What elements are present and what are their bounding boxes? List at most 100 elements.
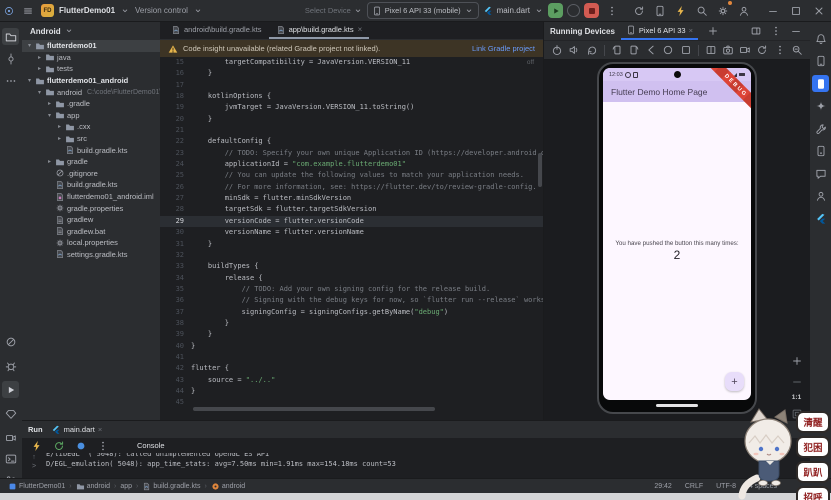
status-widget[interactable]: UTF-8	[716, 483, 736, 490]
code-editor[interactable]: off 15 targetCompatibility = JavaVersion…	[160, 57, 543, 414]
zoom-ratio-button[interactable]: 1:1	[792, 394, 801, 401]
select-device-dropdown[interactable]: Select Device	[305, 6, 363, 16]
tree-item[interactable]: ▸tests	[22, 63, 160, 75]
run-configuration[interactable]: main.dart	[497, 6, 530, 15]
gear-icon[interactable]	[714, 2, 731, 19]
more-v-icon[interactable]	[772, 42, 788, 59]
profiler-tool-icon[interactable]	[812, 188, 829, 205]
tree-item[interactable]: ▾app	[22, 110, 160, 122]
scroll-up-icon[interactable]: ↑	[32, 453, 36, 462]
tree-chevron-icon[interactable]: ▸	[36, 54, 43, 61]
tree-item[interactable]: gradle.properties	[22, 202, 160, 214]
more-actions-icon[interactable]	[603, 2, 620, 19]
back-icon[interactable]	[643, 42, 659, 59]
zoom-in-button[interactable]	[788, 352, 805, 369]
run-tab[interactable]: main.dart ×	[51, 425, 103, 435]
tree-chevron-icon[interactable]: ▾	[46, 112, 53, 119]
tree-item[interactable]: ▸java	[22, 52, 160, 64]
emulator-tool-icon[interactable]	[812, 143, 829, 160]
editor-vertical-scrollbar[interactable]	[538, 153, 542, 187]
tree-chevron-icon[interactable]: ▸	[56, 123, 63, 130]
status-widget[interactable]: CRLF	[685, 483, 703, 490]
new-device-tab-button[interactable]	[704, 23, 721, 40]
tree-chevron-icon[interactable]: ▸	[36, 65, 43, 72]
zoom-mode-icon[interactable]	[789, 42, 805, 59]
snapshot-icon[interactable]	[754, 42, 770, 59]
run-button[interactable]	[548, 3, 563, 18]
zoom-out-button[interactable]	[788, 373, 805, 390]
dart-icon[interactable]	[72, 437, 89, 454]
flutter-tool-icon[interactable]	[812, 210, 829, 227]
gemini-tool-icon[interactable]	[812, 98, 829, 115]
restart-icon[interactable]	[50, 437, 67, 454]
camera-icon[interactable]	[720, 42, 736, 59]
more-options-icon[interactable]	[767, 23, 784, 40]
mute-tool-icon[interactable]	[2, 333, 19, 350]
close-tab-icon[interactable]: ×	[98, 425, 102, 434]
build-tool-icon[interactable]	[812, 120, 829, 137]
device-tool-icon[interactable]	[812, 53, 829, 70]
tree-item[interactable]: settings.gradle.kts	[22, 249, 160, 261]
tree-item[interactable]: build.gradle.kts	[22, 179, 160, 191]
breadcrumb-item[interactable]: android	[211, 482, 245, 491]
console-output[interactable]: ↑ > E/libEGL ( 5048): called unimplement…	[22, 453, 810, 479]
video-icon[interactable]	[737, 42, 753, 59]
gesture-nav-bar[interactable]	[656, 404, 698, 407]
close-tab-icon[interactable]: ×	[358, 25, 363, 34]
bug-tool-icon[interactable]	[2, 357, 19, 374]
project-switcher[interactable]: FlutterDemo01	[59, 6, 115, 15]
tree-item[interactable]: ▾flutterdemo01_android	[22, 75, 160, 87]
tree-item[interactable]: gradlew	[22, 214, 160, 226]
breadcrumb-item[interactable]: FlutterDemo01	[8, 482, 65, 491]
editor-tab[interactable]: app\build.gradle.kts×	[269, 22, 370, 39]
video-tool-icon[interactable]	[2, 429, 19, 446]
tree-item[interactable]: flutterdemo01_android.iml	[22, 191, 160, 203]
mascot-action-button[interactable]: 招呼	[796, 486, 830, 500]
tree-item[interactable]: ▸gradle	[22, 156, 160, 168]
bolt-icon[interactable]	[28, 437, 45, 454]
tree-chevron-icon[interactable]: ▸	[46, 158, 53, 165]
recents-icon[interactable]	[677, 42, 693, 59]
maximize-button[interactable]	[787, 2, 804, 19]
tree-chevron-icon[interactable]: ▾	[26, 77, 33, 84]
mascot-action-button[interactable]: 趴趴	[796, 461, 830, 483]
tree-item[interactable]: ▸.gradle	[22, 98, 160, 110]
search-icon[interactable]	[693, 2, 710, 19]
hide-panel-icon[interactable]	[787, 23, 804, 40]
tree-chevron-icon[interactable]: ▾	[36, 89, 43, 96]
tree-item[interactable]: ▸src	[22, 133, 160, 145]
bolt-icon[interactable]	[672, 2, 689, 19]
breadcrumb-item[interactable]: android	[76, 482, 110, 491]
device-tab[interactable]: Pixel 6 API 33 ×	[621, 22, 698, 40]
tree-item[interactable]: .gitignore	[22, 168, 160, 180]
project-avatar[interactable]: FD	[41, 4, 54, 17]
play-tool-icon[interactable]	[2, 381, 19, 398]
project-tool-icon[interactable]	[2, 28, 19, 45]
sync-icon[interactable]	[630, 2, 647, 19]
home-icon[interactable]	[660, 42, 676, 59]
user-icon[interactable]	[735, 2, 752, 19]
tree-item[interactable]: local.properties	[22, 237, 160, 249]
minimize-button[interactable]	[764, 2, 781, 19]
main-menu-icon[interactable]	[19, 2, 36, 19]
tree-chevron-icon[interactable]: ▾	[26, 42, 33, 49]
terminal-tool-icon[interactable]	[2, 450, 19, 467]
rotate-icon[interactable]	[583, 42, 599, 59]
fold-icon[interactable]	[703, 42, 719, 59]
breadcrumb-item[interactable]: build.gradle.kts	[142, 482, 200, 491]
volume-icon[interactable]	[566, 42, 582, 59]
device-selector[interactable]: Pixel 6 API 33 (mobile)	[367, 2, 479, 19]
rotate-left-icon[interactable]	[609, 42, 625, 59]
close-tab-icon[interactable]: ×	[689, 26, 693, 35]
editor-horizontal-scrollbar[interactable]	[193, 407, 435, 411]
mascot-character[interactable]	[737, 406, 805, 500]
tree-chevron-icon[interactable]: ▸	[46, 100, 53, 107]
tree-item[interactable]: build.gradle.kts	[22, 144, 160, 156]
device-icon[interactable]	[651, 2, 668, 19]
rotate-right-icon[interactable]	[626, 42, 642, 59]
more-h-tool-icon[interactable]	[2, 72, 19, 89]
vcs-widget[interactable]: Version control	[135, 6, 188, 15]
project-view-selector[interactable]: Android	[22, 22, 160, 40]
tree-item[interactable]: ▸.cxx	[22, 121, 160, 133]
running-tool-icon[interactable]	[812, 75, 829, 92]
